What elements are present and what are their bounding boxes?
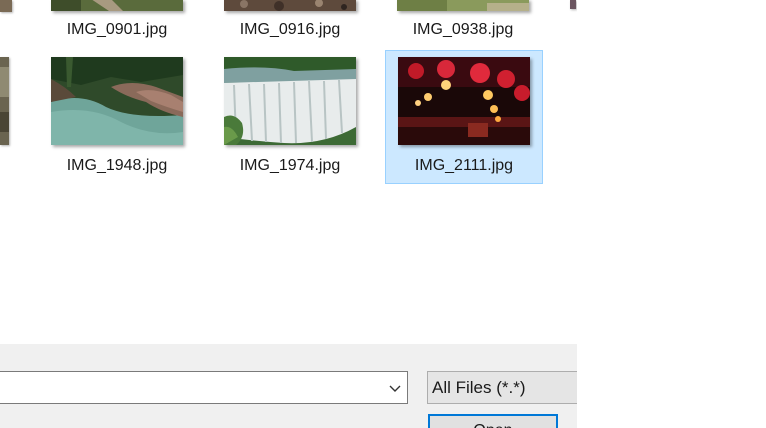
file-item-selected[interactable]: IMG_2111.jpg	[385, 50, 543, 184]
open-file-dialog: IMG_0901.jpg IMG_0916.jpg IMG_0938.jpg I…	[0, 0, 577, 428]
file-name: IMG_1948.jpg	[66, 157, 168, 174]
waterfall-thumbnail	[224, 57, 356, 145]
river-gorge-thumbnail	[51, 57, 183, 145]
green-field-thumbnail	[397, 0, 529, 11]
rocky-ground-thumbnail	[224, 0, 356, 11]
road-through-forest-thumbnail	[51, 0, 183, 11]
file-name: IMG_0916.jpg	[239, 21, 341, 38]
partial-thumbnail-left	[0, 57, 9, 145]
chevron-down-icon[interactable]	[387, 380, 403, 396]
file-item[interactable]: IMG_0938.jpg	[384, 0, 542, 40]
open-button[interactable]: Open	[428, 414, 558, 428]
partial-thumbnail-left	[0, 0, 12, 12]
file-item[interactable]: IMG_0901.jpg	[38, 0, 196, 40]
screen: IMG_0901.jpg IMG_0916.jpg IMG_0938.jpg I…	[0, 0, 766, 428]
file-name-combobox[interactable]	[0, 371, 408, 404]
file-item[interactable]: IMG_1974.jpg	[211, 50, 369, 184]
file-type-filter[interactable]: All Files (*.*)	[427, 371, 577, 404]
red-lanterns-thumbnail	[398, 57, 530, 145]
partial-thumbnail-right	[570, 0, 576, 9]
file-name: IMG_0901.jpg	[66, 21, 168, 38]
dialog-footer: All Files (*.*) Open	[0, 344, 577, 428]
file-name: IMG_1974.jpg	[239, 157, 341, 174]
file-item[interactable]: IMG_1948.jpg	[38, 50, 196, 184]
file-list-view[interactable]: IMG_0901.jpg IMG_0916.jpg IMG_0938.jpg I…	[0, 0, 577, 344]
file-name: IMG_0938.jpg	[412, 21, 514, 38]
file-item[interactable]: IMG_0916.jpg	[211, 0, 369, 40]
file-name: IMG_2111.jpg	[414, 157, 514, 174]
